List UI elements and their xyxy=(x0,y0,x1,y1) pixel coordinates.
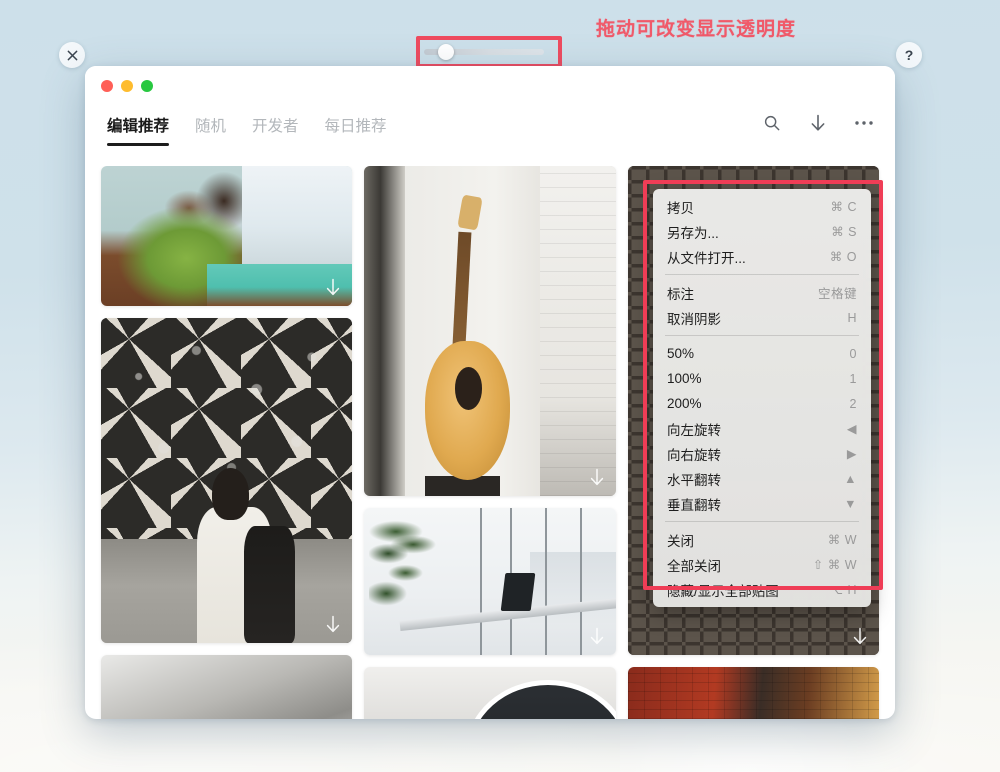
toolbar: 编辑推荐 随机 开发者 每日推荐 xyxy=(85,110,895,166)
tab-random[interactable]: 随机 xyxy=(195,114,226,146)
download-icon[interactable] xyxy=(851,627,869,647)
rotate-right-icon: ▶ xyxy=(846,447,857,461)
download-icon[interactable] xyxy=(588,627,606,647)
menu-item-label: 水平翻转 xyxy=(667,472,721,488)
menu-item-label: 全部关闭 xyxy=(667,558,721,574)
menu-item-toggle-all-stickers[interactable]: 隐藏/显示全部贴图 ⌥ H xyxy=(653,577,871,602)
search-icon[interactable] xyxy=(761,112,783,134)
photo-white-arch[interactable] xyxy=(364,667,616,719)
photo-fur-texture[interactable] xyxy=(101,655,353,719)
menu-item-open-from-file[interactable]: 从文件打开... ⌘ O xyxy=(653,244,871,269)
window-titlebar xyxy=(85,66,895,110)
context-menu[interactable]: 拷贝 ⌘ C 另存为... ⌘ S 从文件打开... ⌘ O 标注 空格键 取消… xyxy=(653,189,871,607)
photo-red-brick-wall-image xyxy=(627,667,879,719)
photo-fur-texture-image xyxy=(101,655,353,719)
menu-item-shortcut: ⇧ ⌘ W xyxy=(812,558,857,572)
menu-item-label: 从文件打开... xyxy=(667,250,746,266)
menu-item-flip-vertical[interactable]: 垂直翻转 ▼ xyxy=(653,491,871,516)
menu-item-shortcut: 0 xyxy=(849,346,857,361)
photo-red-brick-wall[interactable] xyxy=(627,667,879,719)
tab-daily[interactable]: 每日推荐 xyxy=(325,114,387,146)
menu-item-shortcut: ⌘ C xyxy=(830,200,857,214)
tab-developer[interactable]: 开发者 xyxy=(252,114,299,146)
menu-item-shortcut: 空格键 xyxy=(817,287,857,301)
photo-acoustic-guitar-image xyxy=(364,166,616,496)
menu-separator xyxy=(665,274,859,275)
menu-item-label: 另存为... xyxy=(667,225,719,241)
flip-vertical-icon: ▼ xyxy=(844,496,857,511)
menu-separator xyxy=(665,335,859,336)
menu-separator xyxy=(665,521,859,522)
grid-column-1 xyxy=(101,166,353,719)
download-icon[interactable] xyxy=(807,112,829,134)
photo-people-laptop-image xyxy=(101,166,353,306)
tab-bar: 编辑推荐 随机 开发者 每日推荐 xyxy=(107,110,387,146)
photo-white-arch-image xyxy=(364,667,616,719)
annotation-caption: 拖动可改变显示透明度 xyxy=(596,19,797,40)
opacity-slider-knob[interactable] xyxy=(438,44,454,60)
opacity-slider[interactable] xyxy=(424,43,544,61)
menu-item-shortcut: 2 xyxy=(849,396,857,411)
menu-item-shortcut: 1 xyxy=(849,371,857,386)
menu-item-rotate-left[interactable]: 向左旋转 ◀ xyxy=(653,416,871,441)
window-zoom-button[interactable] xyxy=(141,80,153,92)
rotate-left-icon: ◀ xyxy=(846,422,857,436)
menu-item-label: 100% xyxy=(667,371,702,386)
menu-item-label: 标注 xyxy=(667,286,694,302)
photo-acoustic-guitar[interactable] xyxy=(364,166,616,496)
menu-item-shortcut: ⌥ H xyxy=(828,583,857,597)
menu-item-annotate[interactable]: 标注 空格键 xyxy=(653,280,871,305)
photo-patterned-wall-image xyxy=(101,318,353,643)
toolbar-actions xyxy=(761,112,875,134)
more-options-icon[interactable] xyxy=(853,112,875,134)
menu-item-label: 隐藏/显示全部贴图 xyxy=(667,583,779,599)
menu-item-rotate-right[interactable]: 向右旋转 ▶ xyxy=(653,441,871,466)
menu-item-close[interactable]: 关闭 ⌘ W xyxy=(653,527,871,552)
window-close-button[interactable] xyxy=(101,80,113,92)
menu-item-label: 垂直翻转 xyxy=(667,497,721,513)
menu-item-label: 拷贝 xyxy=(667,200,694,216)
menu-item-zoom-50[interactable]: 50% 0 xyxy=(653,341,871,366)
close-x-icon[interactable] xyxy=(59,42,85,68)
download-icon[interactable] xyxy=(324,278,342,298)
tab-editorial[interactable]: 编辑推荐 xyxy=(107,114,170,146)
close-x-glyph xyxy=(67,50,77,60)
flip-horizontal-icon: ▲ xyxy=(844,471,857,486)
menu-item-close-all[interactable]: 全部关闭 ⇧ ⌘ W xyxy=(653,552,871,577)
menu-item-shortcut: ⌘ S xyxy=(831,225,857,239)
menu-item-label: 取消阴影 xyxy=(667,311,721,327)
photo-people-laptop[interactable] xyxy=(101,166,353,306)
menu-item-label: 50% xyxy=(667,346,695,361)
menu-item-label: 向左旋转 xyxy=(667,422,721,438)
traffic-lights xyxy=(101,80,153,92)
download-icon[interactable] xyxy=(588,468,606,488)
photo-patterned-wall[interactable] xyxy=(101,318,353,643)
window-minimize-button[interactable] xyxy=(121,80,133,92)
menu-item-label: 关闭 xyxy=(667,533,694,549)
menu-item-shortcut: ⌘ O xyxy=(829,250,857,264)
menu-item-flip-horizontal[interactable]: 水平翻转 ▲ xyxy=(653,466,871,491)
menu-item-zoom-100[interactable]: 100% 1 xyxy=(653,366,871,391)
grid-column-2 xyxy=(364,166,616,719)
photo-office-window-image xyxy=(364,508,616,655)
menu-item-save-as[interactable]: 另存为... ⌘ S xyxy=(653,219,871,244)
question-mark-icon[interactable]: ? xyxy=(896,42,922,68)
menu-item-copy[interactable]: 拷贝 ⌘ C xyxy=(653,194,871,219)
menu-item-label: 200% xyxy=(667,396,702,411)
menu-item-shortcut: ⌘ W xyxy=(827,533,857,547)
menu-item-label: 向右旋转 xyxy=(667,447,721,463)
photo-office-window[interactable] xyxy=(364,508,616,655)
menu-item-zoom-200[interactable]: 200% 2 xyxy=(653,391,871,416)
menu-item-shortcut: H xyxy=(847,310,857,325)
menu-item-remove-shadow[interactable]: 取消阴影 H xyxy=(653,305,871,330)
download-icon[interactable] xyxy=(324,615,342,635)
